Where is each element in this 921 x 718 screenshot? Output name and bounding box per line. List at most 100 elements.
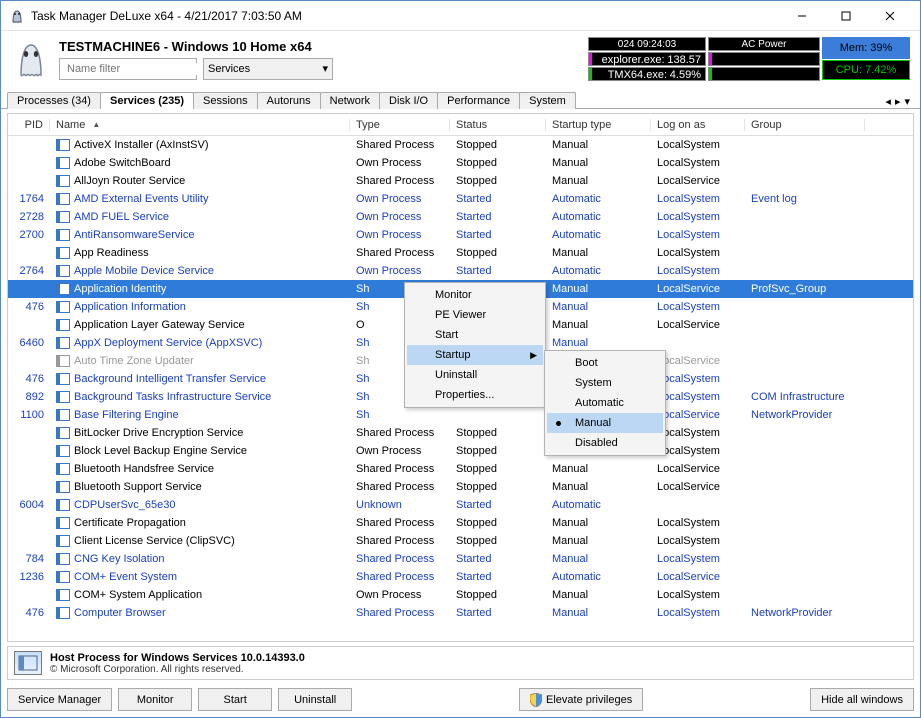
menu-item[interactable]: Startup▶ <box>407 345 543 365</box>
menu-item[interactable]: Monitor <box>407 285 543 305</box>
col-logon[interactable]: Log on as <box>651 119 745 131</box>
sort-asc-icon: ▲ <box>92 120 100 129</box>
table-row[interactable]: Bluetooth Support ServiceShared ProcessS… <box>8 478 913 496</box>
service-icon <box>56 247 70 259</box>
table-row[interactable]: Bluetooth Handsfree ServiceShared Proces… <box>8 460 913 478</box>
service-icon <box>56 139 70 151</box>
proc1-box2 <box>708 52 820 66</box>
table-row[interactable]: ActiveX Installer (AxInstSV)Shared Proce… <box>8 136 913 154</box>
table-row[interactable]: Block Level Backup Engine ServiceOwn Pro… <box>8 442 913 460</box>
tab-network[interactable]: Network <box>320 92 380 109</box>
tab-autoruns[interactable]: Autoruns <box>257 92 321 109</box>
monitor-button[interactable]: Monitor <box>118 688 192 711</box>
table-row[interactable]: COM+ System ApplicationOwn ProcessStoppe… <box>8 586 913 604</box>
service-icon <box>56 229 70 241</box>
menu-item[interactable]: System <box>547 373 663 393</box>
menu-item[interactable]: Start <box>407 325 543 345</box>
header: TESTMACHINE6 - Windows 10 Home x64 Servi… <box>1 31 920 87</box>
service-icon <box>56 265 70 277</box>
service-icon <box>56 211 70 223</box>
service-icon <box>56 427 70 439</box>
tab-dropdown-icon[interactable]: ▾ <box>904 95 910 108</box>
grid-header: PID Name▲ Type Status Startup type Log o… <box>8 114 913 136</box>
tab-sessions[interactable]: Sessions <box>193 92 258 109</box>
close-button[interactable] <box>868 2 912 30</box>
bottom-toolbar: Service Manager Monitor Start Uninstall … <box>1 682 920 717</box>
service-icon <box>56 157 70 169</box>
table-row[interactable]: 1100Base Filtering EngineShLocalServiceN… <box>8 406 913 424</box>
menu-item[interactable]: Disabled <box>547 433 663 453</box>
table-row[interactable]: 1764AMD External Events UtilityOwn Proce… <box>8 190 913 208</box>
tabs: Processes (34) Services (235) Sessions A… <box>1 87 920 109</box>
table-row[interactable]: 2700AntiRansomwareServiceOwn ProcessStar… <box>8 226 913 244</box>
col-type[interactable]: Type <box>350 119 450 131</box>
tab-scroll-left[interactable]: ◂ <box>885 95 891 108</box>
name-filter[interactable] <box>59 58 197 80</box>
table-row[interactable]: App ReadinessShared ProcessStoppedManual… <box>8 244 913 262</box>
app-icon <box>9 8 25 24</box>
table-row[interactable]: BitLocker Drive Encryption ServiceShared… <box>8 424 913 442</box>
menu-item[interactable]: Manual <box>547 413 663 433</box>
table-row[interactable]: Certificate PropagationShared ProcessSto… <box>8 514 913 532</box>
menu-item[interactable]: Properties... <box>407 385 543 405</box>
tab-performance[interactable]: Performance <box>437 92 520 109</box>
tab-system[interactable]: System <box>519 92 576 109</box>
power-box: AC Power <box>708 37 820 51</box>
status-line2: © Microsoft Corporation. All rights rese… <box>50 664 305 675</box>
service-icon <box>56 193 70 205</box>
name-filter-input[interactable] <box>67 63 209 75</box>
menu-item[interactable]: Automatic <box>547 393 663 413</box>
col-status[interactable]: Status <box>450 119 546 131</box>
table-row[interactable]: 2728AMD FUEL ServiceOwn ProcessStartedAu… <box>8 208 913 226</box>
elevate-button[interactable]: Elevate privileges <box>519 688 643 711</box>
table-row[interactable]: AllJoyn Router ServiceShared ProcessStop… <box>8 172 913 190</box>
startup-submenu: BootSystemAutomaticManualDisabled <box>544 350 666 456</box>
mem-box[interactable]: Mem: 39% <box>822 37 910 59</box>
service-icon <box>56 589 70 601</box>
tab-diskio[interactable]: Disk I/O <box>379 92 438 109</box>
stats-panel: 024 09:24:03 explorer.exe: 138.57 MB TMX… <box>588 37 910 81</box>
service-icon <box>56 499 70 511</box>
table-row[interactable]: 1236COM+ Event SystemShared ProcessStart… <box>8 568 913 586</box>
table-row[interactable]: 6004CDPUserSvc_65e30UnknownStartedAutoma… <box>8 496 913 514</box>
table-row[interactable]: Adobe SwitchBoardOwn ProcessStoppedManua… <box>8 154 913 172</box>
col-name[interactable]: Name▲ <box>50 119 350 131</box>
proc2-box2 <box>708 67 820 81</box>
menu-item[interactable]: Uninstall <box>407 365 543 385</box>
statusbar: Host Process for Windows Services 10.0.1… <box>7 646 914 680</box>
status-line1: Host Process for Windows Services 10.0.1… <box>50 652 305 664</box>
service-manager-button[interactable]: Service Manager <box>7 688 112 711</box>
table-row[interactable]: Client License Service (ClipSVC)Shared P… <box>8 532 913 550</box>
tab-processes[interactable]: Processes (34) <box>7 92 101 109</box>
service-icon <box>56 175 70 187</box>
service-detail-icon <box>14 651 42 675</box>
minimize-button[interactable] <box>780 2 824 30</box>
start-button[interactable]: Start <box>198 688 272 711</box>
hide-windows-button[interactable]: Hide all windows <box>810 688 914 711</box>
menu-item[interactable]: Boot <box>547 353 663 373</box>
chevron-down-icon: ▾ <box>322 62 328 75</box>
context-menu: MonitorPE ViewerStartStartup▶UninstallPr… <box>404 282 546 408</box>
titlebar: Task Manager DeLuxe x64 - 4/21/2017 7:03… <box>1 1 920 31</box>
service-icon <box>56 535 70 547</box>
service-icon <box>56 373 70 385</box>
table-row[interactable]: 2764Apple Mobile Device ServiceOwn Proce… <box>8 262 913 280</box>
col-group[interactable]: Group <box>745 119 865 131</box>
cpu-box[interactable]: CPU: 7.42% <box>822 60 910 80</box>
service-icon <box>56 571 70 583</box>
maximize-button[interactable] <box>824 2 868 30</box>
uptime-box: 024 09:24:03 <box>588 37 706 51</box>
uninstall-button[interactable]: Uninstall <box>278 688 352 711</box>
menu-item[interactable]: PE Viewer <box>407 305 543 325</box>
service-icon <box>56 391 70 403</box>
tab-services[interactable]: Services (235) <box>100 92 194 109</box>
proc2-box: TMX64.exe: 4.59% <box>588 67 706 81</box>
table-row[interactable]: 784CNG Key IsolationShared ProcessStarte… <box>8 550 913 568</box>
service-icon <box>56 553 70 565</box>
machine-title: TESTMACHINE6 - Windows 10 Home x64 <box>59 39 580 54</box>
filter-combo[interactable]: Services ▾ <box>203 58 333 80</box>
table-row[interactable]: 476Computer BrowserShared ProcessStarted… <box>8 604 913 622</box>
col-startup[interactable]: Startup type <box>546 119 651 131</box>
tab-scroll-right[interactable]: ▸ <box>895 95 901 108</box>
col-pid[interactable]: PID <box>8 119 50 131</box>
